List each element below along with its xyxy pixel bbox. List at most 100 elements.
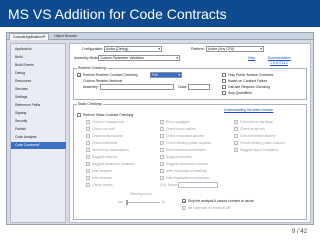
suggest-ensures-checkbox[interactable] [160,155,164,159]
suggest-object-invariants-checkbox[interactable] [234,148,238,152]
warning-level-thumb[interactable] [126,200,128,205]
sidebar-item-signing[interactable]: Signing [15,110,65,117]
cache-results-checkbox[interactable] [86,183,90,187]
platform-select[interactable]: Active (Any CPU) ▾ [206,46,264,52]
suggest-asserts-checkbox[interactable] [86,162,90,166]
platform-value: Active (Any CPU) [208,47,235,51]
sidebar-item-reference-paths[interactable]: Reference Paths [15,102,65,109]
warning-level-slider[interactable] [126,202,160,203]
infer-ensures-label: Infer ensures [92,176,112,180]
cache-results-label: Cache results [92,183,113,187]
tab-object-browser[interactable]: Object Browser [51,33,80,40]
suggest-requires-checkbox[interactable] [86,155,90,159]
infer-invariants-autoprops-label: Infer invariants for autoprops [166,176,210,180]
sidebar-item-application[interactable]: Application [15,46,65,53]
documentation-link[interactable]: Documentation [268,56,291,60]
project-settings-sidebar: Application Build Build Events Debug Res… [10,43,66,223]
check-array-refs-checkbox[interactable] [234,127,238,131]
fail-build-warnings-checkbox[interactable] [234,120,238,124]
skip-quantifiers-checkbox[interactable] [222,91,226,95]
tab-console-application[interactable]: ConsoleApplication7* × [9,33,49,40]
page-number: 9 / 42 [292,229,308,235]
infer-invariants-readonly-checkbox[interactable] [160,169,164,173]
check-missing-public-ensures-checkbox[interactable] [234,141,238,145]
runtime-checking-title: Runtime Checking [77,66,107,70]
tab-console-application-label: ConsoleApplication7* [13,35,46,39]
version-link[interactable]: 1.9.10714.2 [270,61,288,65]
sidebar-item-build-events[interactable]: Build Events [15,62,65,69]
check-non-null-checkbox[interactable] [86,127,90,131]
check-array-bounds-checkbox[interactable] [86,134,90,138]
sidebar-item-code-contracts[interactable]: Code Contracts* [11,142,66,149]
perform-static-label: Perform Static Contract Checking [83,113,134,117]
suggest-necessary-ensures-label: Suggest necessary ensures [166,162,208,166]
call-site-requires-checkbox[interactable] [222,85,226,89]
sidebar-item-code-analysis[interactable]: Code Analysis [15,134,65,141]
help-link[interactable]: Help [248,56,255,60]
platform-label: Platform: [191,47,205,51]
be-optimistic-checkbox[interactable] [182,206,186,210]
check-enum-values-checkbox[interactable] [160,127,164,131]
chevron-down-icon: ▾ [158,47,160,51]
slide-title: MS VS Addition for Code Contracts [8,6,227,22]
suggest-necessary-ensures-checkbox[interactable] [160,162,164,166]
warning-hi-label: hi [162,200,165,204]
check-non-null-label: Check non-null [92,127,115,131]
class-label: Class [178,85,187,89]
show-entry-assumptions-checkbox[interactable] [86,148,90,152]
understanding-static-checker-link[interactable]: Understanding the static checker [224,108,273,112]
check-inherited-asserts-checkbox[interactable] [234,134,238,138]
warning-low-label: low [118,200,124,204]
sidebar-item-build[interactable]: Build [15,54,65,61]
check-missing-public-requires-checkbox[interactable] [160,141,164,145]
sidebar-item-resources[interactable]: Resources [15,78,65,85]
class-input[interactable] [188,84,210,90]
skip-analysis-checkbox[interactable]: ✓ [182,199,186,204]
check-array-bounds-label: Check array bounds [92,134,123,138]
warning-level-label: Warning Level [130,192,152,196]
sidebar-item-publish[interactable]: Publish [15,126,65,133]
runtime-level-value: Full [152,73,158,77]
assembly-mode-label: Assembly Mode: [74,56,100,60]
public-surface-checkbox[interactable] [222,73,226,77]
be-optimistic-label: Be optimistic on external API [188,206,232,210]
check-in-background-checkbox[interactable] [86,120,90,124]
check-redundant-assume-checkbox[interactable] [160,134,164,138]
assembly-mode-select[interactable]: Custom Parameter Validation ▾ [98,55,180,61]
assert-on-failure-label: Assert on Contract Failure [228,79,268,83]
runtime-level-select[interactable]: Full ▾ [150,72,182,78]
infer-requires-checkbox[interactable] [86,169,90,173]
suggest-ensures-label: Suggest ensures [166,155,192,159]
show-external-annotations-checkbox[interactable] [160,148,164,152]
infer-requires-label: Infer requires [92,169,112,173]
check-enum-values-label: Check enum values [166,127,196,131]
check-array-refs-label: Check array refs [240,127,265,131]
assert-on-failure-checkbox[interactable] [222,79,226,83]
check-inherited-asserts-label: Check inherited asserts [240,134,276,138]
perform-static-checkbox[interactable] [77,113,81,117]
chevron-down-icon: ▾ [260,47,262,51]
sidebar-item-security[interactable]: Security [15,118,65,125]
infer-invariants-autoprops-checkbox[interactable] [160,176,164,180]
check-arithmetic-checkbox[interactable] [86,141,90,145]
infer-ensures-checkbox[interactable] [86,176,90,180]
call-site-requires-label: Call-site Requires Checking [228,85,270,89]
show-squiggles-label: Show squiggles [166,120,190,124]
sidebar-item-services[interactable]: Services [15,86,65,93]
slide-title-bar: MS VS Addition for Code Contracts [0,0,320,27]
assembly-input[interactable] [100,84,174,90]
fail-build-warnings-label: Fail build on warnings [240,120,273,124]
suggest-object-invariants-label: Suggest object invariants [240,148,278,152]
sql-server-input[interactable] [178,182,218,188]
assembly-label: Assembly [83,85,98,89]
configuration-select[interactable]: Active (Debug) ▾ [104,46,162,52]
skip-quantifiers-label: Skip Quantifiers [228,91,252,95]
chevron-down-icon: ▾ [178,73,180,77]
sidebar-item-debug[interactable]: Debug [15,70,65,77]
sidebar-item-settings[interactable]: Settings [15,94,65,101]
assembly-mode-value: Custom Parameter Validation [100,56,145,60]
show-squiggles-checkbox[interactable] [160,120,164,124]
perform-runtime-checkbox[interactable]: ✓ [77,73,81,78]
tab-object-browser-label: Object Browser [54,34,78,38]
close-icon[interactable]: × [43,35,45,39]
